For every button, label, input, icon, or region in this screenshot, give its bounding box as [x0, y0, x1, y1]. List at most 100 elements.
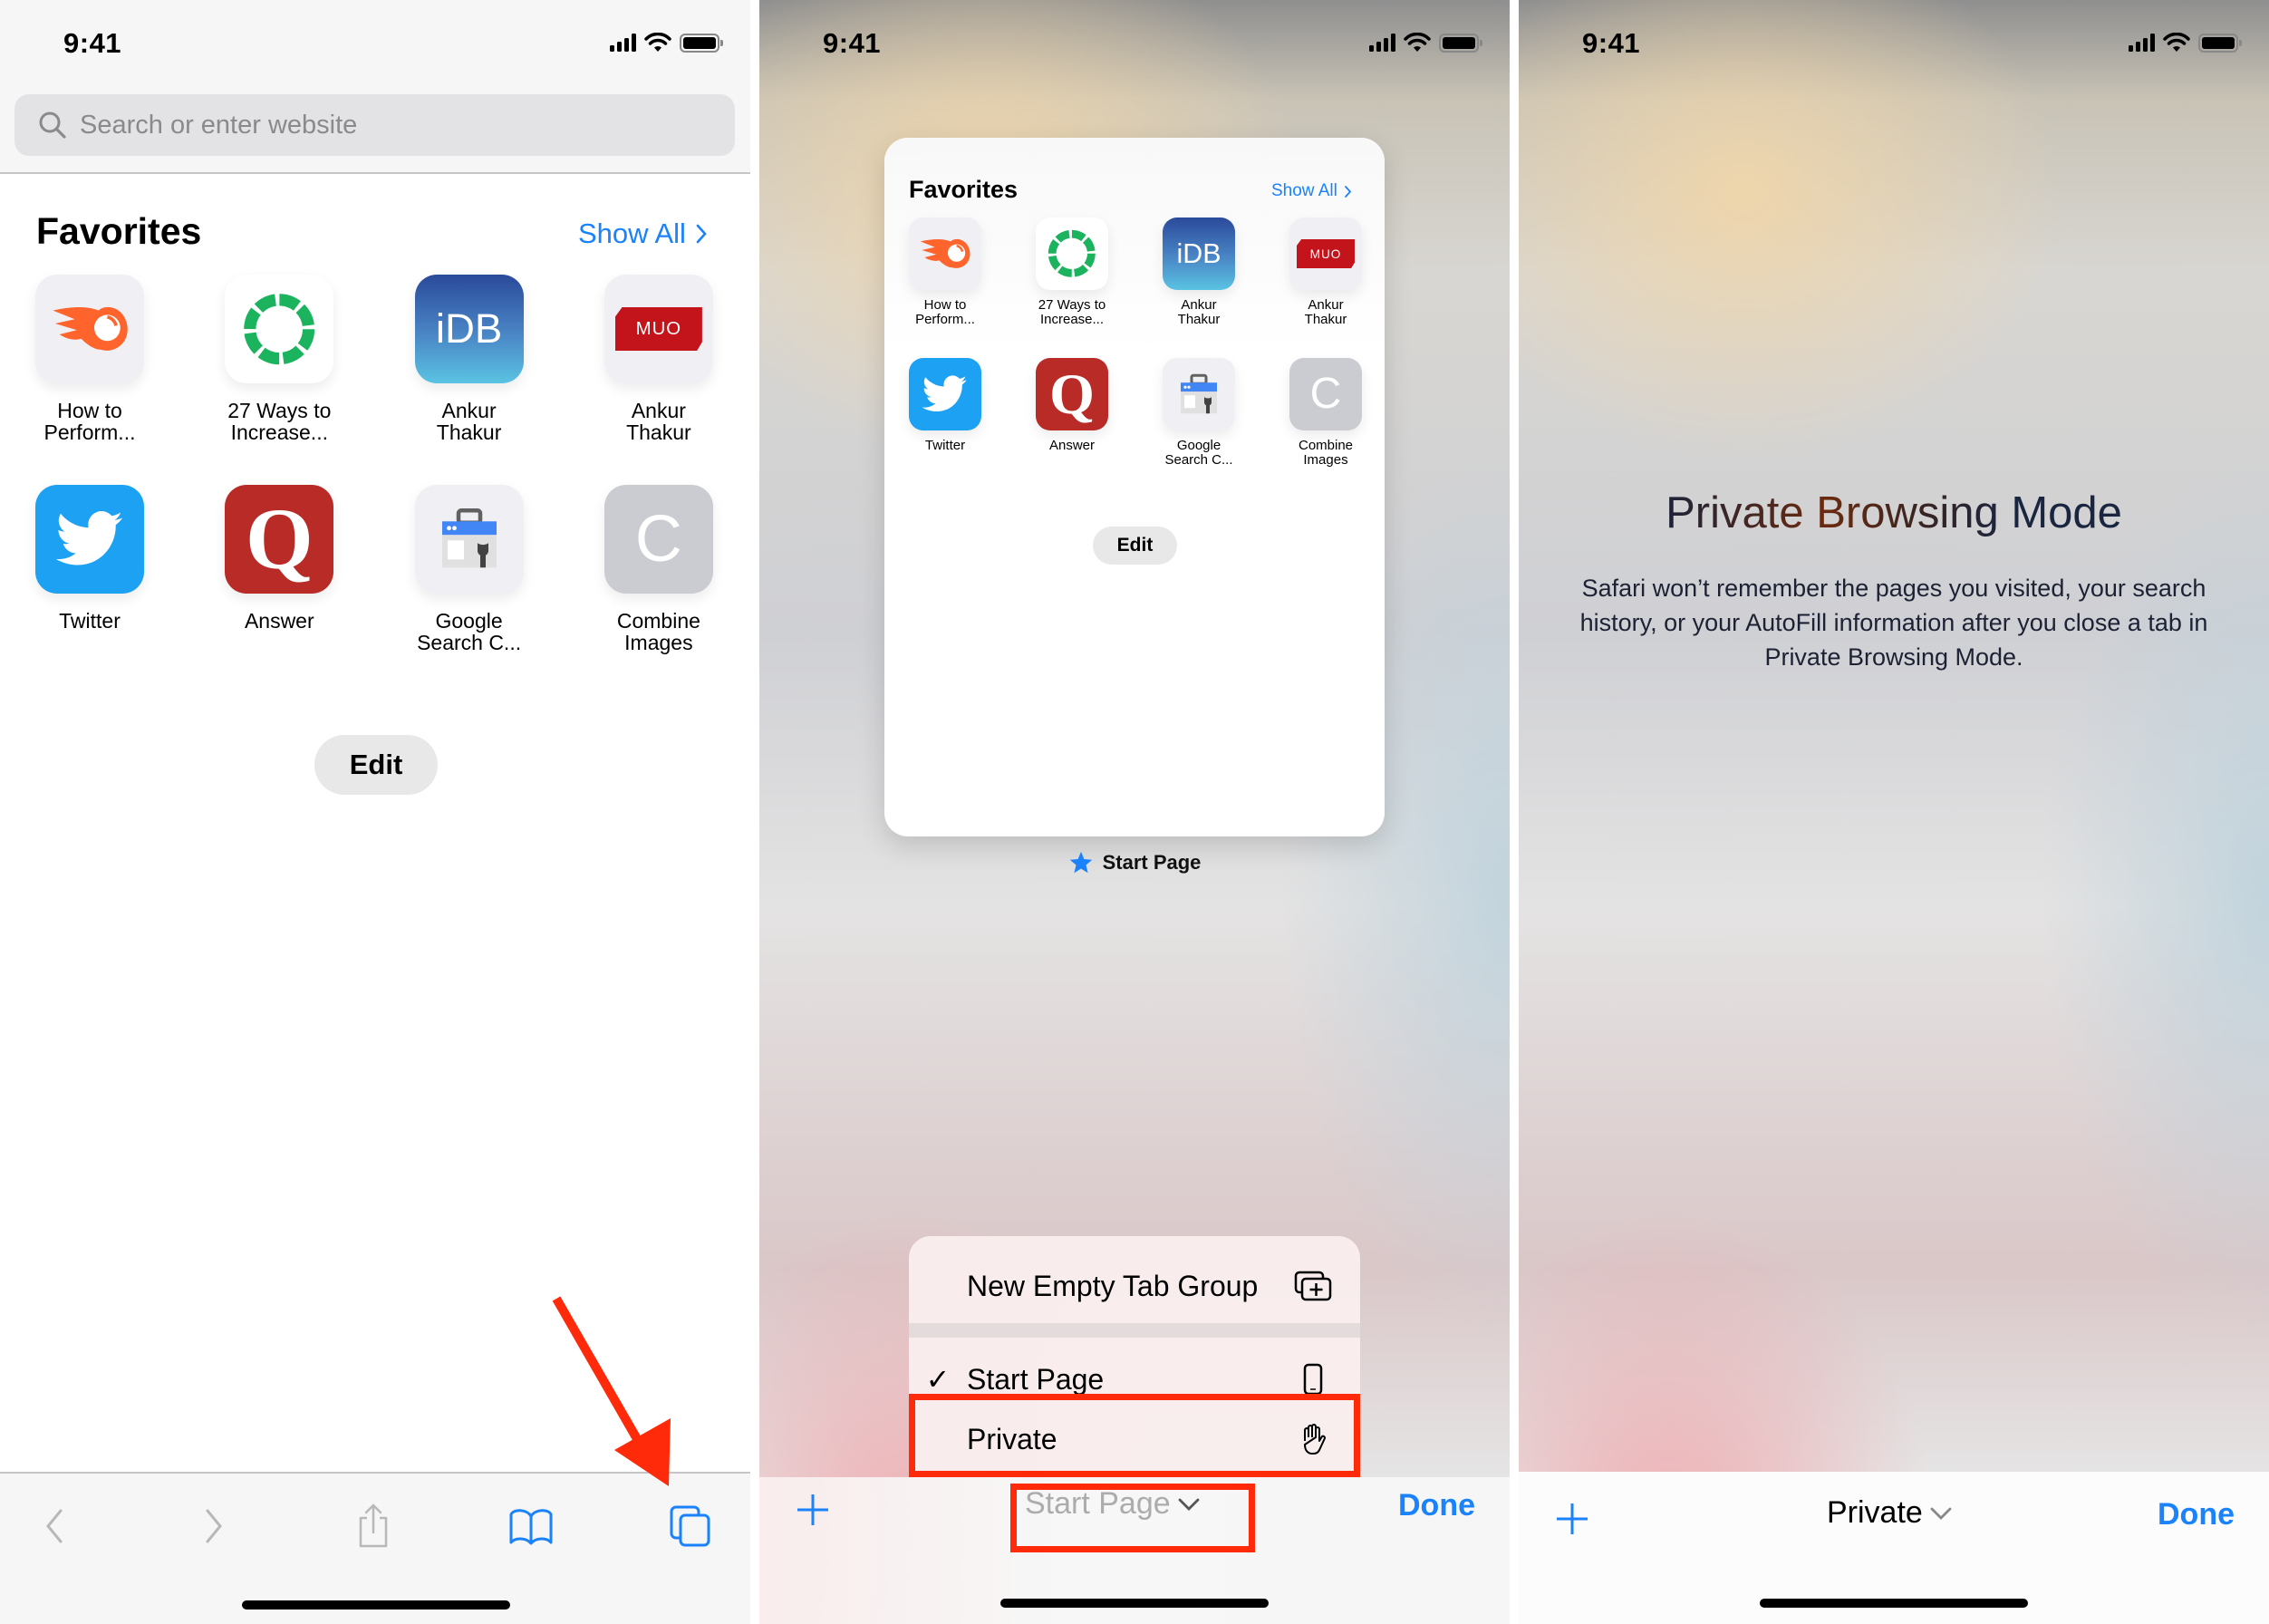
annotation-arrow-icon: [552, 1296, 671, 1486]
annotation-highlight-tab-group-picker: [1010, 1484, 1255, 1552]
favorite-item[interactable]: Twitter: [886, 358, 1004, 453]
favorite-item[interactable]: Google Search C...: [1140, 358, 1258, 468]
iphone-icon: [1303, 1363, 1323, 1396]
muo-icon: MUO: [603, 275, 713, 383]
favorite-item[interactable]: How to Perform...: [886, 218, 1004, 327]
cellular-signal-icon: [610, 34, 636, 52]
favorite-item[interactable]: iDB Ankur Thakur: [383, 275, 555, 443]
new-tab-button[interactable]: [1555, 1501, 1589, 1544]
favorite-item[interactable]: MUO Ankur Thakur: [573, 275, 745, 443]
chevron-right-icon: [1344, 185, 1352, 198]
private-mode-title: Private Browsing Mode: [1519, 488, 2269, 538]
twitter-bird-icon: [909, 358, 981, 430]
favorites-heading: Favorites: [909, 176, 1019, 203]
chevron-down-icon: [1930, 1507, 1952, 1520]
chevron-right-icon: [206, 1509, 222, 1543]
favorite-item[interactable]: Google Search C...: [383, 485, 555, 653]
favorite-item[interactable]: How to Perform...: [4, 275, 176, 443]
quora-icon: Q: [1036, 358, 1108, 430]
favorite-item[interactable]: Twitter: [4, 485, 176, 632]
search-input[interactable]: [78, 109, 698, 141]
wifi-icon: [2163, 33, 2190, 52]
private-mode-title-text: Private Browsing Mode: [1666, 488, 2122, 537]
favorite-label: Ankur Thakur: [626, 399, 691, 445]
show-all-link[interactable]: Show All: [578, 218, 708, 250]
semrush-icon: [35, 275, 144, 383]
favorite-item[interactable]: 27 Ways to Increase...: [1013, 218, 1131, 327]
favorite-label: Google Search C...: [417, 609, 522, 655]
favorite-item[interactable]: Q Answer: [193, 485, 365, 632]
search-console-icon: [1163, 358, 1235, 430]
tab-caption-label: Start Page: [1102, 851, 1202, 874]
share-button[interactable]: [350, 1503, 397, 1550]
chevron-left-icon: [46, 1509, 63, 1543]
private-mode-description: Safari won’t remember the pages you visi…: [1579, 575, 2208, 671]
tab-group-picker[interactable]: Private: [1827, 1495, 1952, 1531]
muo-icon: MUO: [1289, 218, 1362, 290]
forward-button[interactable]: [190, 1503, 237, 1550]
favorite-item[interactable]: C Combine Images: [1267, 358, 1385, 468]
favorite-label: Ankur Thakur: [436, 399, 502, 445]
favorite-item[interactable]: MUO Ankur Thakur: [1267, 218, 1385, 327]
safari-start-page-screen: 9:41 Favorites Show All How to Perform..…: [0, 0, 750, 1624]
home-indicator: [242, 1600, 510, 1610]
home-indicator: [1760, 1599, 2028, 1608]
favorite-label: Ankur Thakur: [1304, 297, 1347, 327]
edit-favorites-button[interactable]: Edit: [314, 735, 438, 795]
favorite-item[interactable]: iDB Ankur Thakur: [1140, 218, 1258, 327]
menu-separator: [909, 1323, 1360, 1338]
done-button[interactable]: Done: [2158, 1497, 2235, 1532]
twitter-bird-icon: [35, 485, 144, 594]
done-button[interactable]: Done: [1398, 1488, 1475, 1523]
favorite-label: 27 Ways to Increase...: [227, 399, 332, 445]
favorite-label: Answer: [244, 609, 314, 633]
new-tab-button[interactable]: [796, 1492, 830, 1535]
semrush-icon: [909, 218, 981, 290]
cellular-signal-icon: [1369, 34, 1395, 52]
show-all-link[interactable]: Show All: [1271, 181, 1352, 201]
search-console-icon: [414, 485, 524, 594]
favorite-label: Google Search C...: [1164, 438, 1233, 468]
favorite-label: Combine Images: [1298, 438, 1354, 468]
favorite-label: Answer: [1048, 438, 1096, 453]
tab-caption: Start Page: [759, 850, 1510, 875]
edit-favorites-button[interactable]: Edit: [1093, 527, 1177, 565]
menu-item-label: New Empty Tab Group: [967, 1269, 1259, 1302]
letter-c-icon: C: [1289, 358, 1362, 430]
blurred-background: [1519, 0, 2269, 1624]
status-icons: [1369, 33, 1482, 53]
favorite-item[interactable]: 27 Ways to Increase...: [193, 275, 365, 443]
show-all-label: Show All: [578, 218, 686, 249]
tabs-button[interactable]: [667, 1503, 714, 1550]
home-indicator: [1000, 1599, 1269, 1608]
share-icon: [359, 1503, 388, 1548]
star-icon: [1069, 851, 1092, 874]
back-button[interactable]: [31, 1503, 78, 1550]
show-all-label: Show All: [1271, 181, 1337, 200]
favorite-item[interactable]: Q Answer: [1013, 358, 1131, 453]
plus-icon: [797, 1494, 828, 1525]
address-bar[interactable]: [14, 94, 735, 156]
wifi-icon: [1404, 33, 1431, 52]
bookmarks-book-icon: [509, 1509, 553, 1545]
annotation-highlight-private: [909, 1394, 1360, 1477]
favorite-label: Twitter: [59, 609, 121, 633]
chevron-right-icon: [696, 224, 707, 244]
menu-item-new-empty-tab-group[interactable]: New Empty Tab Group: [909, 1249, 1360, 1323]
status-icons: [2129, 33, 2242, 53]
status-time: 9:41: [1582, 27, 1641, 59]
green-ring-icon: [225, 275, 334, 383]
new-tab-group-icon: [1294, 1271, 1332, 1301]
search-icon: [39, 111, 66, 139]
bottom-toolbar: [0, 1472, 750, 1624]
tabs-overview-icon: [670, 1505, 710, 1547]
wifi-icon: [644, 33, 671, 52]
favorites-heading: Favorites: [36, 210, 202, 252]
favorite-label: Twitter: [924, 438, 966, 453]
tab-thumbnail-start-page[interactable]: Favorites Show All How to Perform... 27 W…: [884, 138, 1385, 836]
favorite-item[interactable]: C Combine Images: [573, 485, 745, 653]
tab-group-label: Private: [1827, 1495, 1923, 1530]
tab-groups-menu-screen: 9:41 Favorites Show All How to Perform..…: [759, 0, 1510, 1624]
green-ring-icon: [1036, 218, 1108, 290]
bookmarks-button[interactable]: [507, 1503, 555, 1550]
